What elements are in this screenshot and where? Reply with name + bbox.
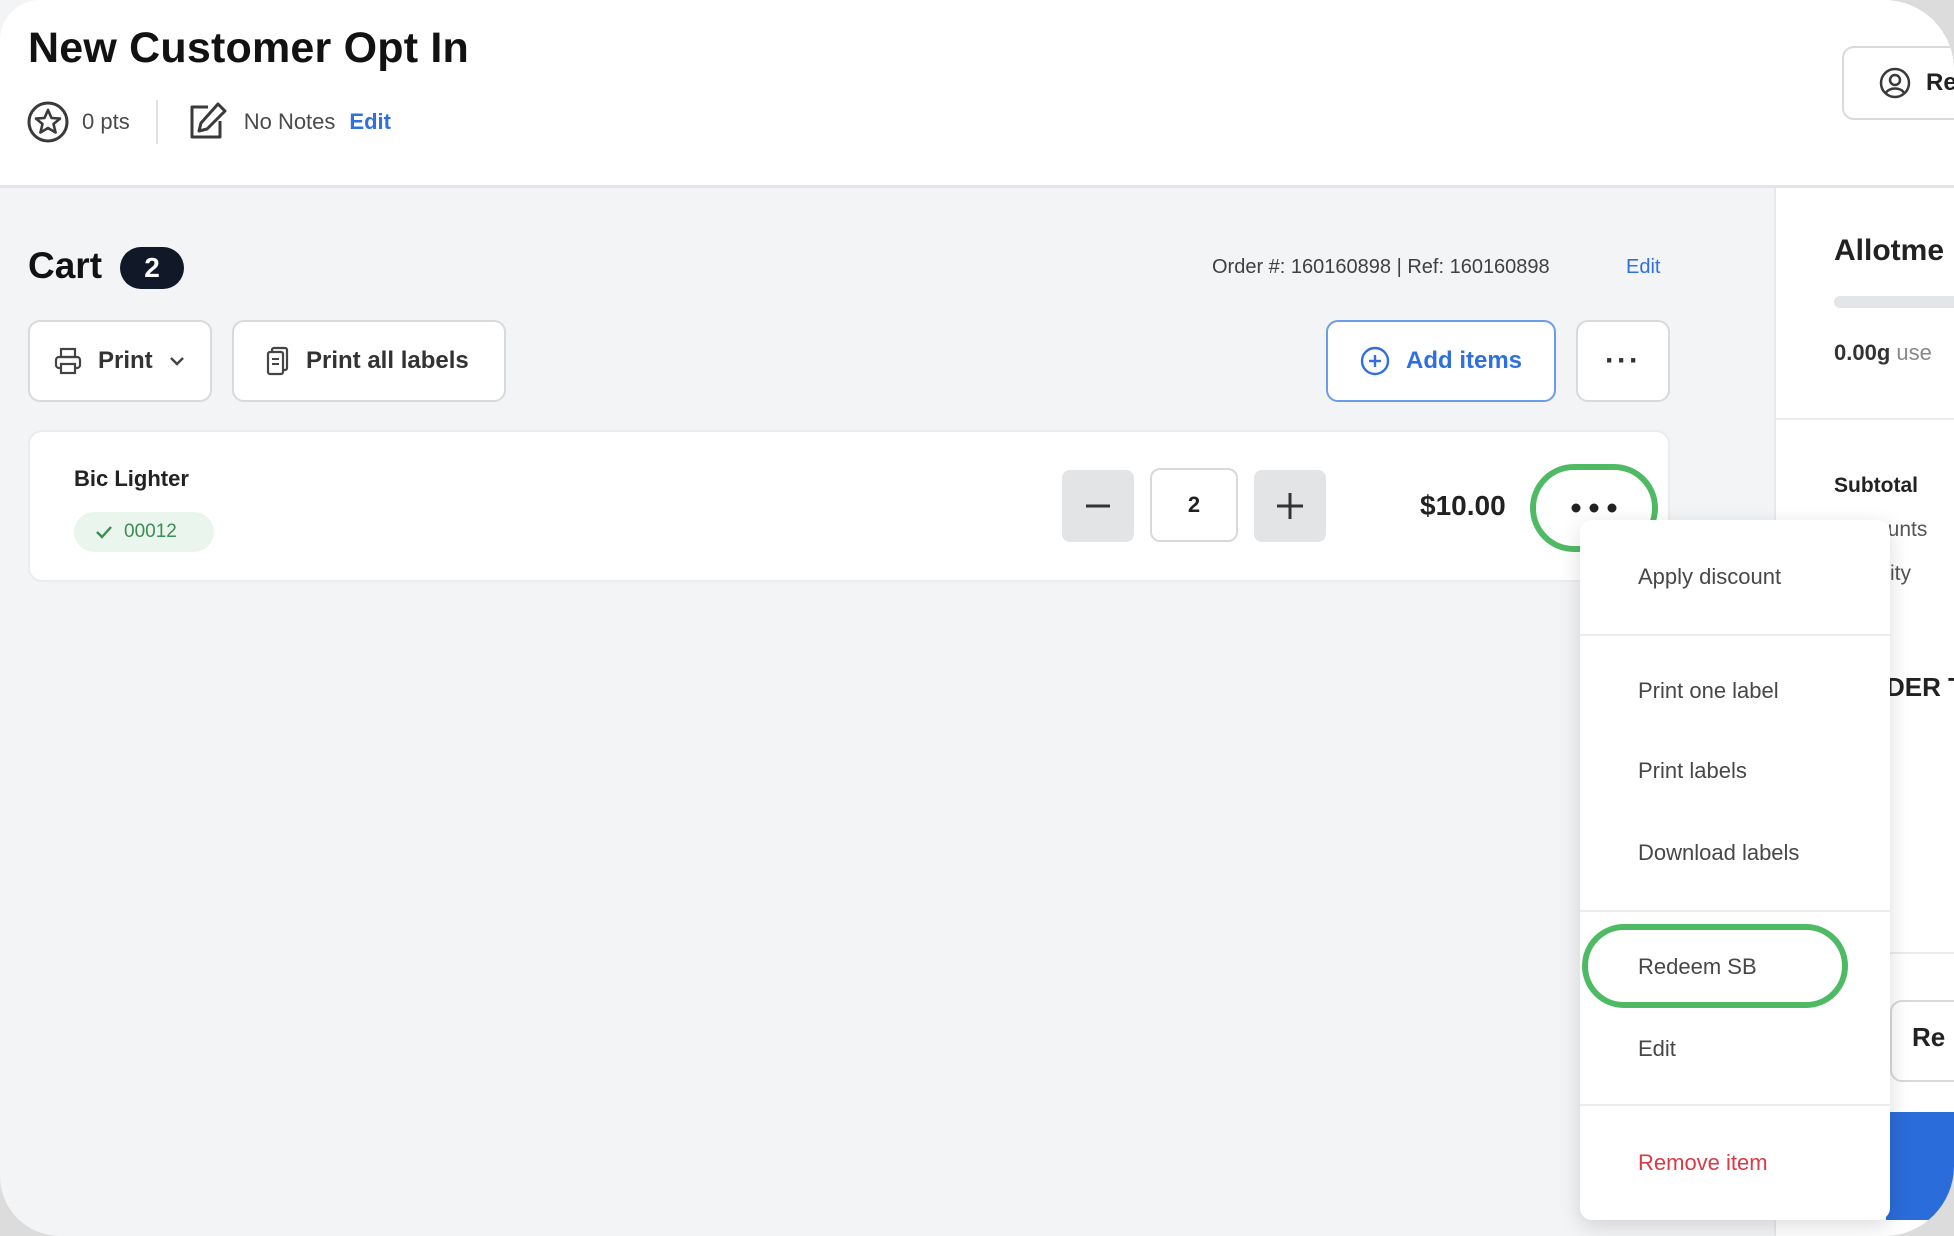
order-reference: Order #: 160160898 | Ref: 160160898 [1212, 256, 1550, 278]
notes-edit-link[interactable]: Edit [349, 109, 391, 135]
increase-quantity-button[interactable] [1254, 470, 1326, 542]
plus-circle-icon [1360, 346, 1390, 376]
menu-divider [1580, 910, 1890, 912]
add-items-label: Add items [1406, 347, 1523, 374]
item-price: $10.00 [1420, 490, 1506, 521]
points-value: 0 pts [82, 109, 130, 134]
item-id: 00012 [124, 521, 177, 542]
order-total-label: DER T [1886, 672, 1954, 702]
menu-remove-item[interactable]: Remove item [1638, 1150, 1768, 1176]
loyalty-star-icon [27, 101, 69, 143]
cart-item-row: Bic Lighter 00012 $10.00 [28, 430, 1670, 582]
user-circle-icon [1879, 67, 1911, 99]
menu-print-one-label[interactable]: Print one label [1638, 678, 1779, 704]
allotment-used: 0.00g use [1834, 340, 1932, 365]
menu-print-labels[interactable]: Print labels [1638, 758, 1747, 784]
header-action-button[interactable]: Re [1842, 46, 1954, 120]
cart-count-badge: 2 [120, 247, 184, 289]
subtotal-label: Subtotal [1834, 474, 1918, 497]
menu-download-labels[interactable]: Download labels [1638, 840, 1799, 866]
quantity-input[interactable] [1150, 468, 1238, 542]
customer-meta: 0 pts No Notes Edit [26, 100, 391, 144]
customer-name: New Customer Opt In [28, 24, 470, 72]
item-name: Bic Lighter [74, 466, 189, 491]
redeem-highlight-ring [1582, 924, 1848, 1008]
chevron-down-icon [169, 357, 184, 366]
print-all-labels-label: Print all labels [306, 347, 469, 374]
notes-edit-icon [190, 102, 227, 139]
plus-icon [1277, 493, 1303, 519]
checkout-button[interactable] [1886, 1112, 1954, 1220]
printer-icon [54, 347, 82, 375]
item-id-badge: 00012 [74, 512, 214, 552]
panel-divider [1776, 418, 1954, 420]
decrease-quantity-button[interactable] [1062, 470, 1134, 542]
add-items-button[interactable]: Add items [1326, 320, 1556, 402]
menu-divider [1580, 634, 1890, 636]
customer-header: New Customer Opt In 0 pts No Notes Edit … [0, 0, 1954, 188]
menu-apply-discount[interactable]: Apply discount [1638, 564, 1781, 590]
allotment-progress-bar [1834, 296, 1954, 308]
menu-edit[interactable]: Edit [1638, 1036, 1676, 1062]
meta-divider [155, 100, 158, 144]
cart-more-button[interactable]: ··· [1576, 320, 1670, 402]
more-horizontal-icon [1571, 503, 1617, 513]
more-dots-icon: ··· [1605, 344, 1641, 377]
allotment-title: Allotme [1834, 234, 1945, 267]
cart-title: Cart [28, 245, 103, 286]
print-all-labels-button[interactable]: Print all labels [232, 320, 506, 402]
print-dropdown-button[interactable]: Print [28, 320, 212, 402]
item-options-menu: Apply discount Print one label Print lab… [1580, 520, 1890, 1220]
quantity-label: ity [1890, 562, 1911, 585]
print-label: Print [98, 347, 153, 374]
notes-text: No Notes [243, 109, 336, 134]
minus-icon [1086, 504, 1110, 508]
order-edit-link[interactable]: Edit [1626, 256, 1660, 279]
panel-line [1886, 952, 1954, 954]
menu-divider [1580, 1104, 1890, 1106]
panel-action-button[interactable]: Re [1890, 1000, 1954, 1082]
labels-icon [266, 346, 289, 376]
check-icon [96, 526, 112, 539]
app-window: New Customer Opt In 0 pts No Notes Edit … [0, 0, 1954, 1236]
header-action-label: Re [1926, 69, 1954, 96]
